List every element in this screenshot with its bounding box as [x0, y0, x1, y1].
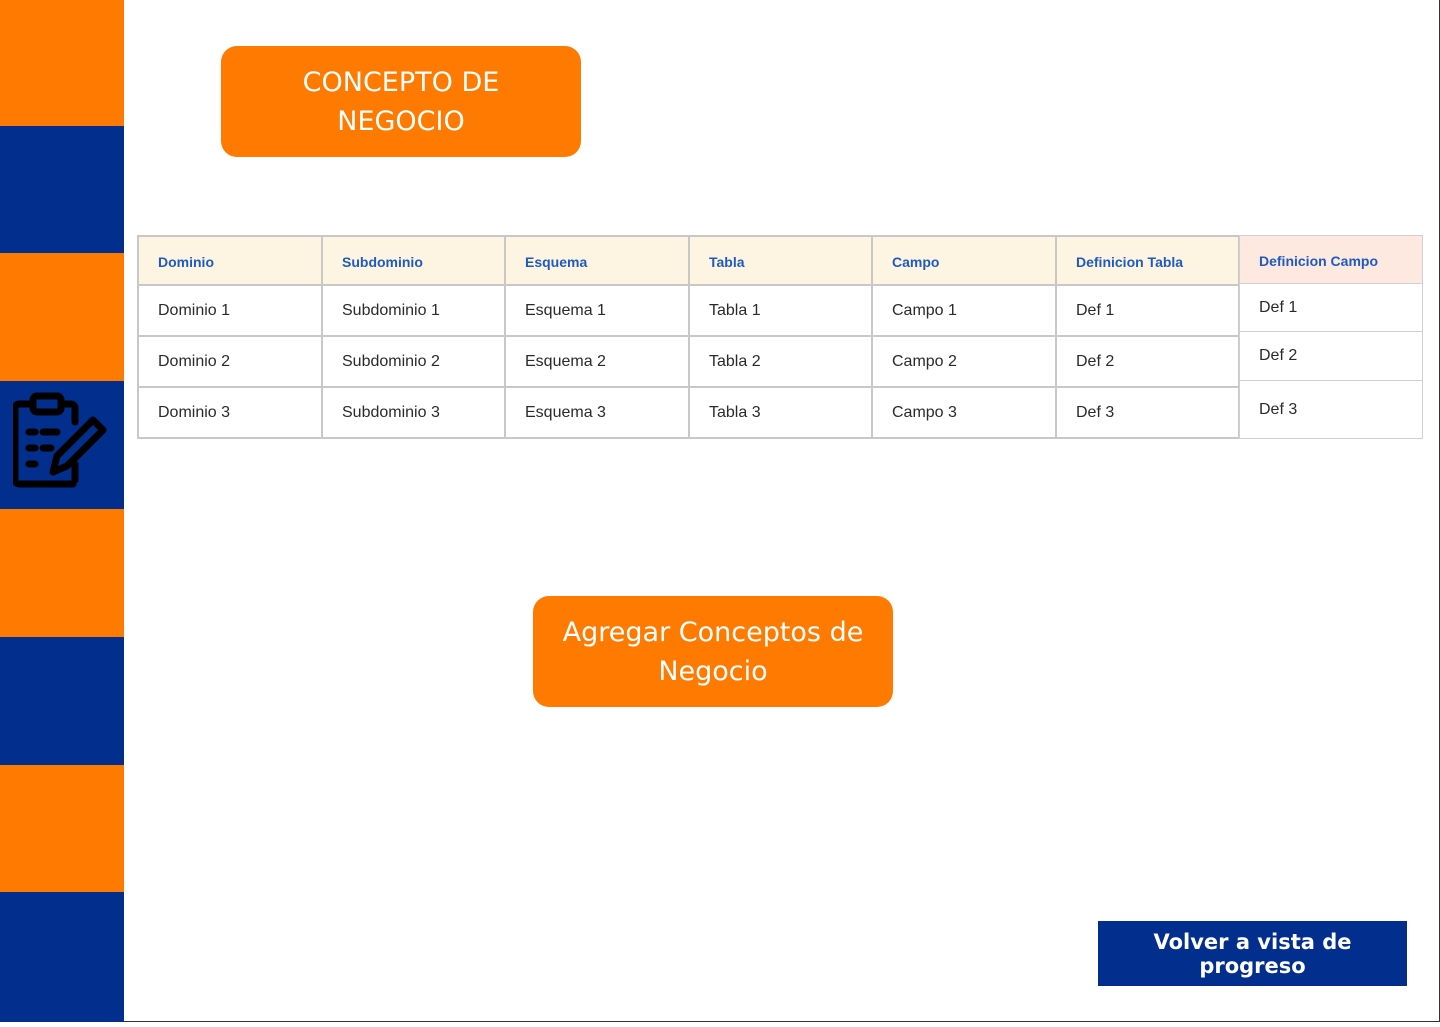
column-header-dominio: Dominio	[137, 235, 323, 286]
page-title: CONCEPTO DE NEGOCIO	[221, 46, 581, 157]
column-header-campo: Campo	[871, 235, 1057, 286]
table-cell: Dominio 2	[137, 335, 323, 388]
column-header-definicion-tabla: Definicion Tabla	[1055, 235, 1240, 286]
table-cell: Subdominio 2	[321, 335, 506, 388]
table-cell: Def 3	[1055, 386, 1240, 439]
table-cell: Esquema 1	[504, 284, 690, 337]
table-cell: Campo 2	[871, 335, 1057, 388]
table-header-row: Dominio Subdominio Esquema Tabla Campo D…	[137, 235, 1240, 286]
sidebar-stripe	[0, 0, 124, 126]
sidebar-stripe	[0, 892, 124, 1022]
sidebar-stripe	[0, 637, 124, 765]
sidebar-stripe	[0, 126, 124, 253]
sidebar-stripe	[0, 253, 124, 381]
page-frame	[0, 0, 1440, 1022]
column-header-subdominio: Subdominio	[321, 235, 506, 286]
table-cell: Campo 1	[871, 284, 1057, 337]
table-cell: Esquema 2	[504, 335, 690, 388]
table-cell: Tabla 3	[688, 386, 873, 439]
table-cell: Def 2	[1055, 335, 1240, 388]
sidebar-stripes	[0, 0, 124, 1022]
table-cell: Def 1	[1239, 283, 1423, 332]
table-row: Dominio 1 Subdominio 1 Esquema 1 Tabla 1…	[137, 284, 1240, 337]
sidebar-stripe	[0, 765, 124, 892]
table-cell: Subdominio 1	[321, 284, 506, 337]
table-cell: Dominio 1	[137, 284, 323, 337]
clipboard-edit-icon	[13, 392, 107, 488]
table-cell: Dominio 3	[137, 386, 323, 439]
sidebar-stripe	[0, 509, 124, 637]
concept-table: Dominio Subdominio Esquema Tabla Campo D…	[137, 235, 1240, 439]
back-to-progress-button[interactable]: Volver a vista de progreso	[1098, 921, 1407, 986]
table-row: Dominio 3 Subdominio 3 Esquema 3 Tabla 3…	[137, 386, 1240, 439]
table-cell: Def 3	[1239, 380, 1423, 439]
column-header-esquema: Esquema	[504, 235, 690, 286]
table-cell: Esquema 3	[504, 386, 690, 439]
table-cell: Tabla 1	[688, 284, 873, 337]
definicion-campo-column: Definicion Campo Def 1 Def 2 Def 3	[1239, 235, 1423, 439]
column-header-tabla: Tabla	[688, 235, 873, 286]
table-row: Dominio 2 Subdominio 2 Esquema 2 Tabla 2…	[137, 335, 1240, 388]
table-cell: Def 1	[1055, 284, 1240, 337]
table-cell: Tabla 2	[688, 335, 873, 388]
column-header-definicion-campo: Definicion Campo	[1239, 235, 1423, 284]
table-cell: Campo 3	[871, 386, 1057, 439]
add-concepts-button[interactable]: Agregar Conceptos de Negocio	[533, 596, 893, 707]
table-cell: Subdominio 3	[321, 386, 506, 439]
table-cell: Def 2	[1239, 331, 1423, 381]
